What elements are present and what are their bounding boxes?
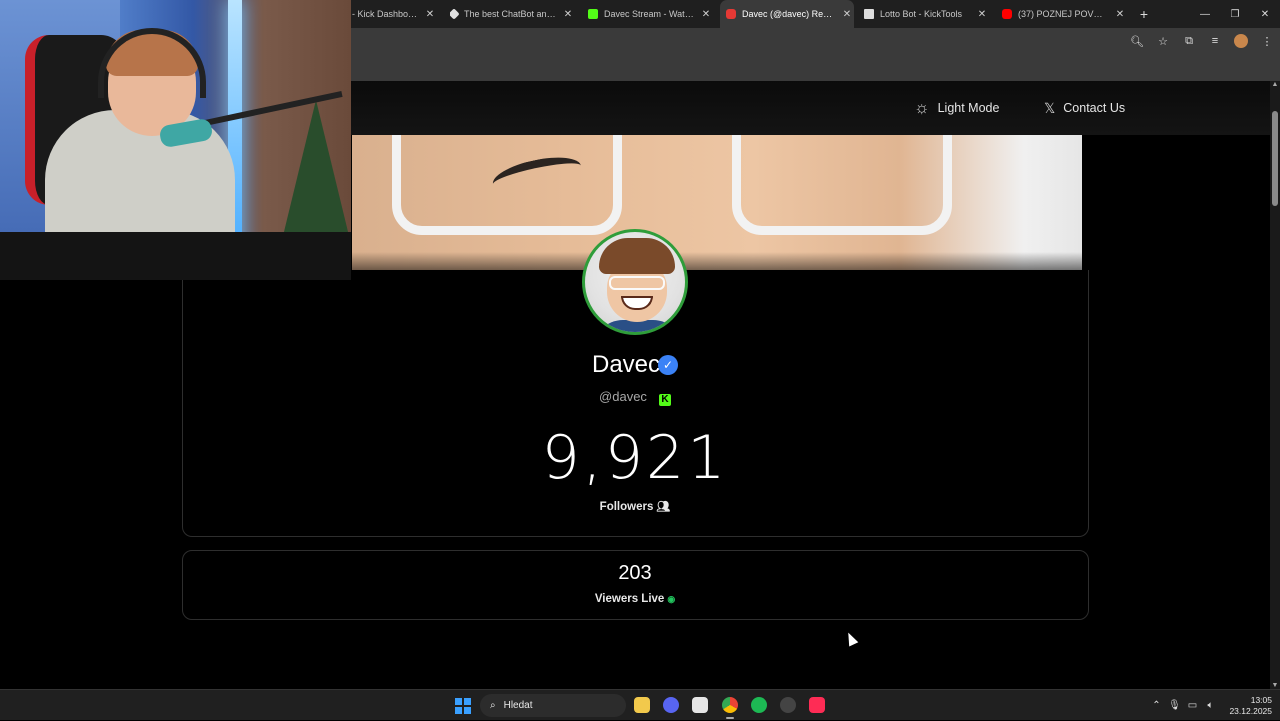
eye-icon: ◉: [667, 594, 676, 604]
user-handle: @davec: [599, 389, 647, 404]
extensions-icon[interactable]: ⧉: [1182, 35, 1196, 48]
tab-youtube[interactable]: (37) POZNEJ POVOLÁNÍ... ✕: [1002, 0, 1127, 28]
tab-davec-realtime[interactable]: Davec (@davec) Realtime ✕: [720, 0, 854, 28]
realtime-favicon-icon: [726, 9, 736, 19]
tab-label: Davec Stream - Watch Liv: [604, 9, 695, 19]
page-scrollbar[interactable]: ▲ ▼: [1270, 81, 1280, 689]
search-label: Hledat: [503, 700, 533, 711]
tab-label: Lotto Bot - KickTools: [880, 9, 963, 19]
webcam-overlay: [0, 0, 351, 280]
new-tab-button[interactable]: +: [1136, 6, 1152, 22]
close-window-button[interactable]: ✕: [1250, 0, 1280, 28]
followers-label: Followers: [599, 501, 654, 513]
contact-us-label: Contact Us: [1063, 101, 1126, 115]
obs-icon[interactable]: [780, 697, 796, 713]
clock-time: 13:05: [1250, 694, 1272, 705]
verified-badge-icon: ✓: [658, 355, 679, 375]
tab-close-icon[interactable]: ✕: [561, 9, 575, 20]
chatbot-favicon-icon: [450, 8, 460, 20]
system-tray: ⌃ 🎙︎ ▭ 🔈︎ 13:05 23.12.2025: [1147, 690, 1280, 721]
profile-avatar[interactable]: [1234, 34, 1248, 48]
tab-label: The best ChatBot and Wi: [464, 9, 557, 19]
x-logo-icon: 𝕏: [1044, 99, 1056, 116]
tab-close-icon[interactable]: ✕: [1113, 9, 1127, 20]
users-icon: 👥︎: [656, 501, 671, 513]
restore-button[interactable]: ❐: [1220, 0, 1250, 28]
discord-icon[interactable]: [663, 697, 679, 713]
scroll-thumb[interactable]: [1272, 111, 1278, 206]
viewers-label-row: Viewers Live ◉: [0, 593, 1270, 605]
scroll-down-arrow-icon[interactable]: ▼: [1271, 682, 1279, 689]
tab-label: - Kick Dashboard: [352, 9, 419, 19]
viewers-label: Viewers Live: [594, 593, 665, 605]
media-control-icon[interactable]: ≡: [1208, 35, 1222, 47]
zoom-icon[interactable]: 🔍︎: [1130, 35, 1144, 48]
avatar: [582, 229, 688, 335]
follower-count: 9,921: [541, 423, 729, 493]
sun-icon: ☼: [914, 98, 930, 117]
profile-banner: [352, 135, 1082, 270]
followers-label-row: Followers 👥︎: [0, 500, 1270, 513]
window-controls: — ❐ ✕: [1190, 0, 1280, 28]
contact-us-link[interactable]: 𝕏 Contact Us: [1044, 97, 1125, 119]
tab-close-icon[interactable]: ✕: [975, 9, 989, 20]
mouse-cursor-icon: [843, 630, 859, 647]
viewers-card: [182, 550, 1089, 620]
file-explorer-icon[interactable]: [634, 697, 650, 713]
windows-taskbar: ⌕ Hledat ⌃ 🎙︎ ▭ 🔈︎ 13:05 23.12.2025: [0, 689, 1280, 720]
chrome-icon[interactable]: [722, 697, 738, 719]
spotify-icon[interactable]: [751, 697, 767, 713]
volume-icon[interactable]: 🔈︎: [1201, 700, 1219, 711]
tab-close-icon[interactable]: ✕: [840, 9, 854, 20]
kick-favicon-icon: [588, 9, 598, 19]
light-mode-label: Light Mode: [937, 101, 1000, 115]
light-mode-toggle[interactable]: ☼ Light Mode: [914, 97, 999, 119]
taskbar-clock[interactable]: 13:05 23.12.2025: [1229, 695, 1272, 717]
network-icon[interactable]: ▭: [1183, 700, 1201, 711]
tray-overflow-chevron-icon[interactable]: ⌃: [1147, 700, 1165, 711]
kicktools-favicon-icon: [864, 9, 874, 19]
bookmark-star-icon[interactable]: ☆: [1156, 35, 1170, 48]
taskbar-search-box[interactable]: ⌕ Hledat: [480, 694, 626, 717]
viewer-count: 203: [618, 562, 652, 584]
handle-row: @davec K: [0, 389, 1270, 406]
tiktok-icon[interactable]: [809, 697, 825, 713]
kick-logo-icon[interactable]: K: [658, 394, 671, 406]
clock-date: 23.12.2025: [1229, 705, 1272, 716]
tab-label: (37) POZNEJ POVOLÁNÍ...: [1018, 9, 1109, 19]
microphone-icon[interactable]: 🎙︎: [1165, 700, 1183, 711]
menu-icon[interactable]: ⋮: [1260, 35, 1274, 48]
tab-chatbot[interactable]: The best ChatBot and Wi ✕: [450, 0, 575, 28]
snipping-tool-icon[interactable]: [692, 697, 708, 713]
search-icon: ⌕: [490, 700, 496, 711]
tab-lotto-bot[interactable]: Lotto Bot - KickTools ✕: [864, 0, 989, 28]
windows-start-icon[interactable]: [455, 698, 471, 714]
youtube-favicon-icon: [1002, 9, 1012, 19]
tab-close-icon[interactable]: ✕: [699, 9, 713, 20]
display-name: Davec: [591, 351, 661, 378]
tab-davec-stream[interactable]: Davec Stream - Watch Liv ✕: [588, 0, 713, 28]
scroll-up-arrow-icon[interactable]: ▲: [1271, 81, 1279, 88]
tab-close-icon[interactable]: ✕: [423, 9, 437, 20]
display-name-row: Davec ✓: [0, 351, 1270, 379]
tab-kick-dashboard[interactable]: - Kick Dashboard ✕: [352, 0, 437, 28]
tab-label: Davec (@davec) Realtime: [742, 9, 836, 19]
minimize-button[interactable]: —: [1190, 0, 1220, 28]
